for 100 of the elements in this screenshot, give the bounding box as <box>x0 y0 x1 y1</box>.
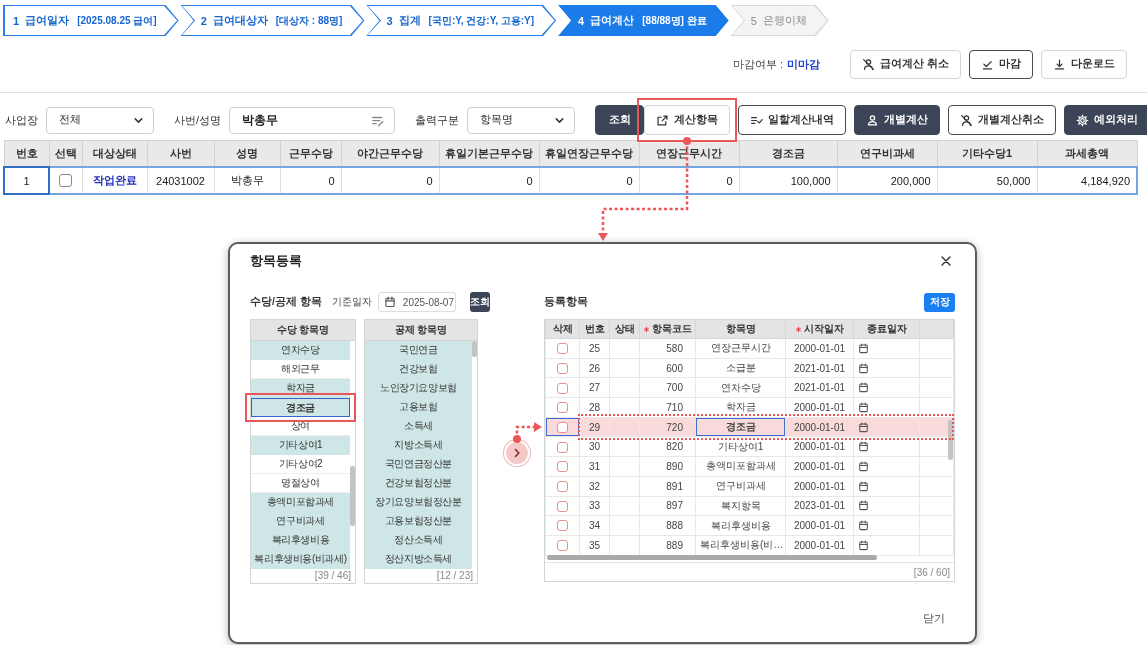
close-icon <box>939 254 953 268</box>
checkbox[interactable] <box>557 441 568 453</box>
list-item[interactable]: 고용보험 <box>365 398 472 417</box>
list-item[interactable]: 장기요양보험정산분 <box>365 493 472 512</box>
calendar-icon <box>858 401 869 413</box>
calendar-icon <box>383 296 396 308</box>
table-cell: 820 <box>639 436 696 457</box>
table-cell: 33 <box>579 496 610 516</box>
table-cell: 897 <box>639 496 696 516</box>
toolbar-button[interactable]: 마감 <box>969 49 1033 79</box>
move-button[interactable] <box>504 440 530 466</box>
table-cell: 2000-01-01 <box>785 338 854 359</box>
table-cell: 50,000 <box>937 167 1037 194</box>
table-cell: 2021-01-01 <box>785 358 854 378</box>
section-title: 수당/공제 항목 <box>250 295 322 309</box>
checkbox[interactable] <box>557 362 568 374</box>
count-label: [12 / 23] <box>436 570 473 581</box>
list-item[interactable]: 건강보험 <box>365 360 472 379</box>
field-label: 출력구분 <box>415 112 460 128</box>
list-item[interactable]: 기타상여1 <box>251 436 350 455</box>
external-link-icon <box>656 113 670 127</box>
column-header: 삭제 <box>552 322 573 336</box>
toolbar-button[interactable]: 다운로드 <box>1041 49 1127 79</box>
toolbar-button[interactable]: 개별계산취소 <box>948 105 1057 135</box>
table-cell: 100,000 <box>739 167 837 194</box>
list-item[interactable]: 고용보험정산분 <box>365 512 472 531</box>
table-cell: 891 <box>639 476 696 496</box>
search-field[interactable]: 박총무 <box>229 106 396 134</box>
search-button[interactable]: 조회 <box>469 292 490 312</box>
calendar-icon <box>858 421 869 433</box>
field-label: 사업장 <box>5 112 38 128</box>
table-cell: 연차수당 <box>695 377 786 398</box>
scrollbar <box>350 466 355 526</box>
column-header: 공제 항목명 <box>365 320 477 341</box>
checkbox[interactable] <box>557 461 568 473</box>
scrollbar <box>948 420 953 460</box>
table-cell: 888 <box>639 515 696 536</box>
table-cell: 0 <box>639 167 739 194</box>
column-header: 상태 <box>614 322 635 336</box>
calendar-icon <box>858 460 869 472</box>
closing-status: 미마감 <box>787 56 821 72</box>
list-item[interactable]: 연구비과세 <box>251 512 350 531</box>
list-item[interactable]: 정산지방소득세 <box>365 550 472 569</box>
list-item[interactable]: 노인장기요양보험 <box>365 379 472 398</box>
checkbox[interactable] <box>59 174 73 188</box>
checkbox[interactable] <box>557 500 568 512</box>
step-tab[interactable]: 2 급여대상자 [대상자 : 88명] <box>180 5 365 36</box>
count-label: [39 / 46] <box>314 570 351 581</box>
table-cell: 4,184,920 <box>1037 167 1137 194</box>
list-item[interactable]: 경조금 <box>251 398 350 417</box>
list-item[interactable]: 건강보험정산분 <box>365 474 472 493</box>
count-label: [36 / 60] <box>913 566 950 578</box>
list-item[interactable]: 연차수당 <box>251 341 350 360</box>
step-tab[interactable]: 4 급여계산 [88/88명] 완료 <box>558 5 729 36</box>
column-header: 시작일자 <box>804 322 844 336</box>
calendar-icon <box>858 382 869 394</box>
search-button[interactable]: 조회 <box>595 105 645 135</box>
section-title: 등록항목 <box>544 295 588 309</box>
list-item[interactable]: 지방소득세 <box>365 436 472 455</box>
save-button[interactable]: 저장 <box>924 292 955 312</box>
step-tab[interactable]: 3 집계 [국민:Y, 건강:Y, 고용:Y] <box>366 5 557 36</box>
close-button[interactable]: 닫기 <box>923 612 945 626</box>
dropdown[interactable]: 전체 <box>46 106 154 134</box>
table-cell: 복리후생비용 <box>695 515 786 536</box>
table-cell: 2000-01-01 <box>785 397 854 418</box>
column-header: 성명 <box>236 147 258 159</box>
list-item[interactable]: 복리후생비용(비과세) <box>251 550 350 569</box>
checkbox[interactable] <box>557 402 568 414</box>
date-field[interactable]: 2025-08-07 <box>377 292 456 312</box>
toolbar-button[interactable]: 개별계산 <box>854 105 941 135</box>
dropdown[interactable]: 항목명 <box>467 106 576 134</box>
field-label: 기준일자 <box>331 295 372 309</box>
list-item[interactable]: 국민연금 <box>365 341 472 360</box>
list-item[interactable]: 국민연금정산분 <box>365 455 472 474</box>
toolbar-button[interactable]: 예외처리 <box>1064 105 1147 135</box>
list-item[interactable]: 소득세 <box>365 417 472 436</box>
close-button[interactable] <box>939 254 953 268</box>
checkbox[interactable] <box>557 520 568 532</box>
checkbox[interactable] <box>557 540 568 552</box>
list-item[interactable]: 복리후생비용 <box>251 531 350 550</box>
table-cell: 2000-01-01 <box>785 436 854 457</box>
toolbar-button[interactable]: 일할계산내역 <box>738 105 847 135</box>
column-header: 항목코드 <box>652 322 692 336</box>
column-header: 야간근무수당 <box>357 147 423 159</box>
list-item[interactable]: 총액미포함과세 <box>251 493 350 512</box>
checkbox[interactable] <box>557 382 568 394</box>
table-cell: 32 <box>579 476 610 496</box>
toolbar-button[interactable]: 계산항목 <box>644 105 731 135</box>
step-tab[interactable]: 1 급여일자 [2025.08.25 급여] <box>3 5 179 36</box>
list-item[interactable]: 정산소득세 <box>365 531 472 550</box>
toolbar-button[interactable]: 급여계산 취소 <box>850 49 961 79</box>
column-header: 대상상태 <box>92 147 137 159</box>
table-cell: 710 <box>639 397 696 418</box>
table-cell: 580 <box>639 338 696 359</box>
calendar-icon <box>858 362 869 374</box>
checkbox[interactable] <box>557 481 568 493</box>
checkbox[interactable] <box>557 343 568 355</box>
checkbox[interactable] <box>557 422 568 433</box>
column-header: 항목명 <box>725 322 756 336</box>
column-header: 연구비과세 <box>859 147 915 159</box>
